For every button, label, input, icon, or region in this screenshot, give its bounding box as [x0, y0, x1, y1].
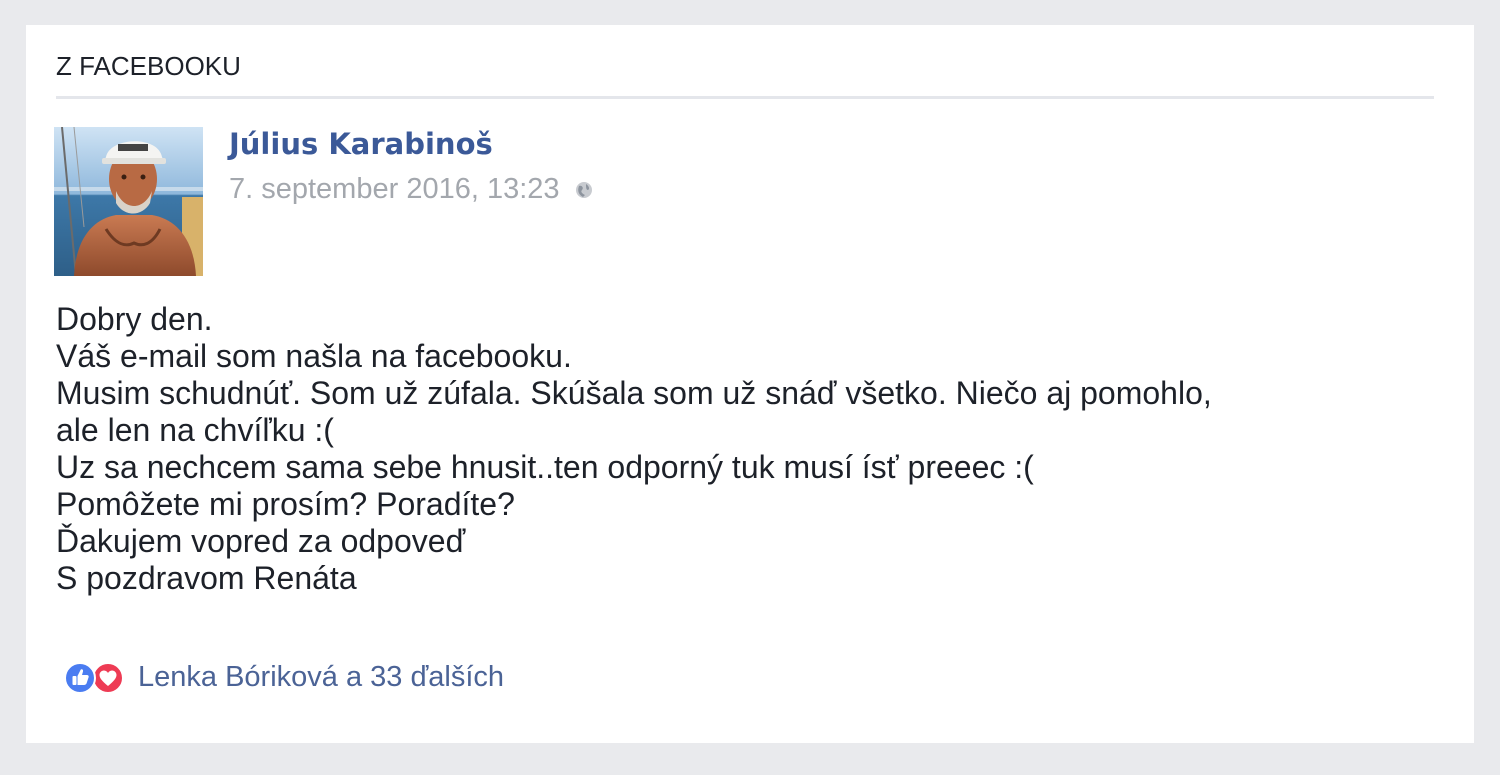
- reactions-summary[interactable]: Lenka Bóriková a 33 ďalších: [64, 661, 504, 694]
- post-line: S pozdravom Renáta: [56, 560, 357, 596]
- post-meta: 7. september 2016, 13:23: [229, 173, 594, 206]
- post-line: Dobry den.: [56, 301, 213, 337]
- post-line: Uz sa nechcem sama sebe hnusit..ten odpo…: [56, 449, 1034, 485]
- reaction-icons: [64, 661, 128, 694]
- post-line: Ďakujem vopred za odpoveď: [56, 523, 466, 559]
- post-body: Dobry den. Váš e-mail som našla na faceb…: [56, 301, 1456, 597]
- header-divider: [56, 96, 1434, 99]
- like-icon: [64, 661, 96, 694]
- love-icon: [92, 661, 124, 694]
- post-line: ale len na chvíľku :(: [56, 412, 334, 448]
- facebook-post-card: Z FACEBOOKU Július Karabinoš 7. septembe…: [26, 25, 1474, 743]
- post-line: Váš e-mail som našla na facebooku.: [56, 338, 572, 374]
- reactions-text[interactable]: Lenka Bóriková a 33 ďalších: [138, 661, 504, 694]
- globe-icon: [574, 180, 594, 200]
- post-line: Pomôžete mi prosím? Poradíte?: [56, 486, 515, 522]
- post-line: Musim schudnúť. Som už zúfala. Skúšala s…: [56, 375, 1212, 411]
- avatar[interactable]: [54, 127, 203, 276]
- section-title: Z FACEBOOKU: [56, 51, 241, 81]
- author-name-link[interactable]: Július Karabinoš: [229, 127, 493, 161]
- post-timestamp[interactable]: 7. september 2016, 13:23: [229, 173, 560, 206]
